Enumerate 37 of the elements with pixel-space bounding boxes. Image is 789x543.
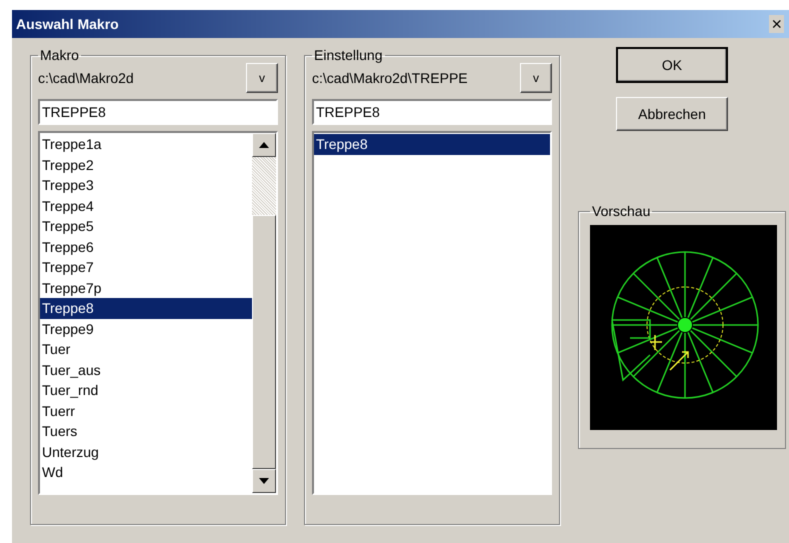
list-item[interactable]: Treppe3 bbox=[40, 175, 252, 196]
list-item[interactable]: Treppe5 bbox=[40, 216, 252, 236]
list-item[interactable]: Unterzug bbox=[40, 442, 252, 462]
up-arrow-icon bbox=[259, 142, 269, 148]
list-item[interactable]: Treppe4 bbox=[40, 196, 252, 216]
ok-button[interactable]: OK bbox=[616, 47, 728, 83]
list-item[interactable]: Treppe7 bbox=[40, 257, 252, 278]
cancel-button[interactable]: Abbrechen bbox=[616, 97, 728, 131]
list-item[interactable]: Treppe7p bbox=[40, 278, 252, 298]
browse-button[interactable]: v bbox=[246, 63, 278, 93]
list-item[interactable]: Treppe8 bbox=[314, 134, 550, 154]
browse-button[interactable]: v bbox=[520, 63, 552, 93]
scrollbar[interactable] bbox=[252, 133, 276, 493]
group-label: Vorschau bbox=[591, 203, 652, 219]
list-item[interactable]: Tuer bbox=[40, 339, 252, 360]
window-title: Auswahl Makro bbox=[16, 16, 119, 32]
group-label: Makro bbox=[39, 47, 80, 63]
list-item[interactable]: Tuer_aus bbox=[40, 360, 252, 380]
scroll-thumb[interactable] bbox=[252, 215, 276, 469]
list-item[interactable]: Treppe8 bbox=[40, 298, 252, 318]
list-item[interactable]: Tuer_rnd bbox=[40, 380, 252, 400]
name-field[interactable]: TREPPE8 bbox=[312, 99, 552, 125]
list-item[interactable]: Wd bbox=[40, 462, 252, 482]
close-button[interactable]: × bbox=[769, 15, 784, 33]
scroll-down-button[interactable] bbox=[252, 469, 276, 493]
group-label: Einstellung bbox=[313, 47, 384, 63]
scroll-up-button[interactable] bbox=[252, 133, 276, 157]
list-item[interactable]: Treppe6 bbox=[40, 236, 252, 257]
list-item[interactable]: Treppe2 bbox=[40, 154, 252, 175]
folder-path: c:\cad\Makro2d\TREPPE bbox=[312, 70, 468, 86]
list-item[interactable]: Treppe9 bbox=[40, 318, 252, 339]
down-arrow-icon bbox=[259, 478, 269, 484]
name-field[interactable]: TREPPE8 bbox=[38, 99, 278, 125]
list-item[interactable]: Tuers bbox=[40, 421, 252, 442]
list-item[interactable]: Tuerr bbox=[40, 400, 252, 421]
folder-path: c:\cad\Makro2d bbox=[38, 70, 134, 86]
list-item[interactable]: Treppe1a bbox=[40, 134, 252, 154]
